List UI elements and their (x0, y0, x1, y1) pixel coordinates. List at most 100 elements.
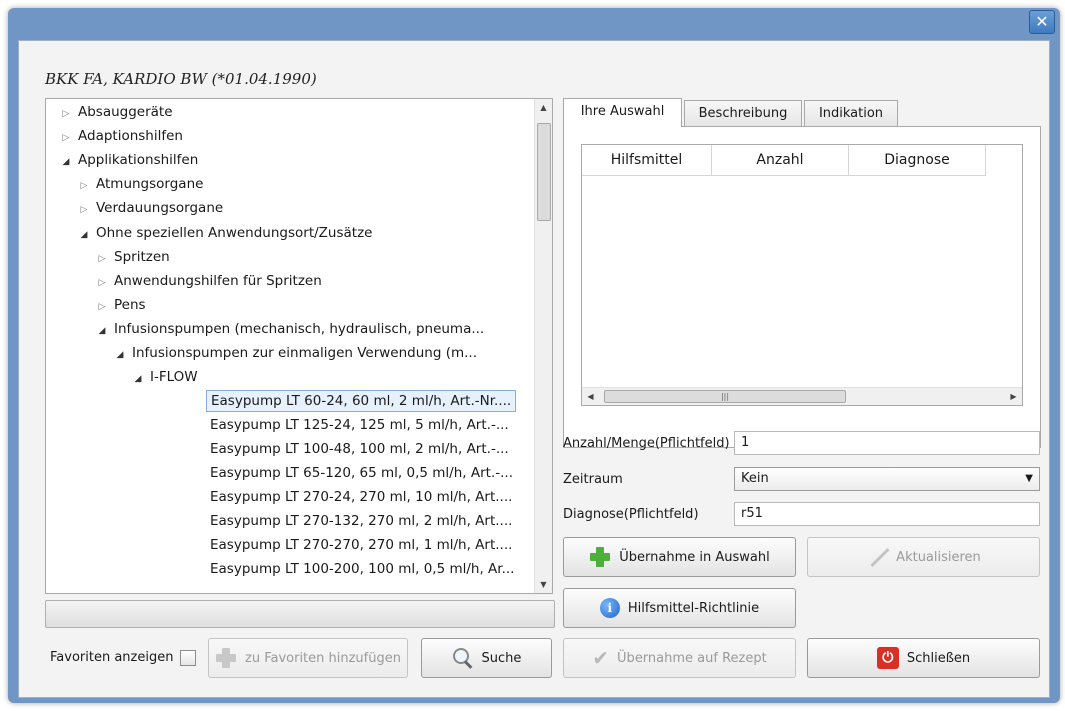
scroll-down-icon[interactable]: ▼ (535, 576, 552, 593)
collapse-arrow-icon[interactable]: ◢ (58, 151, 74, 173)
info-icon: i (599, 598, 620, 618)
expand-arrow-icon[interactable]: ▷ (94, 248, 110, 270)
plus-icon (589, 546, 611, 568)
tree-item-label: Verdauungsorgane (96, 200, 224, 216)
tree-leaf-item[interactable]: Easypump LT 100-200, 100 ml, 0,5 ml/h, A… (206, 558, 518, 580)
tree-item-label: Easypump LT 100-200, 100 ml, 0,5 ml/h, A… (210, 561, 515, 577)
take-over-prescription-button[interactable]: ✔ Übernahme auf Rezept (563, 638, 796, 678)
period-label: Zeitraum (563, 472, 623, 487)
tree-item-label: Easypump LT 125-24, 125 ml, 5 ml/h, Art.… (210, 417, 509, 433)
scroll-left-icon[interactable]: ◀ (582, 388, 599, 405)
tree-item-label: Easypump LT 60-24, 60 ml, 2 ml/h, Art.-N… (211, 393, 512, 409)
tree-node[interactable]: ◢ Applikationshilfen (58, 149, 199, 173)
tree-leaf-item[interactable]: Easypump LT 270-270, 270 ml, 1 ml/h, Art… (206, 534, 516, 556)
pencil-icon (866, 546, 888, 568)
tree-item-label: Adaptionshilfen (78, 128, 183, 144)
search-label: Suche (481, 650, 522, 666)
tree-scrollbar[interactable]: ▲ ▼ (534, 99, 552, 593)
hscroll-thumb[interactable]: ||| (604, 390, 846, 403)
expand-arrow-icon[interactable]: ▷ (94, 272, 110, 294)
tree-item-label: Easypump LT 270-24, 270 ml, 10 ml/h, Art… (210, 489, 513, 505)
tab-indikation[interactable]: Indikation (804, 100, 898, 126)
tree-item-label: Infusionspumpen (mechanisch, hydraulisch… (114, 321, 485, 337)
tree-item-label: Pens (114, 297, 146, 313)
tree-item-label: Easypump LT 270-132, 270 ml, 2 ml/h, Art… (210, 513, 513, 529)
add-favorites-button[interactable]: zu Favoriten hinzufügen (208, 638, 408, 678)
diagnosis-label: Diagnose(Pflichtfeld) (563, 507, 699, 522)
scroll-thumb[interactable] (537, 123, 551, 221)
close-icon[interactable]: ✕ (1029, 10, 1055, 34)
tab-label: Beschreibung (698, 106, 788, 121)
tab-beschreibung[interactable]: Beschreibung (684, 100, 802, 126)
tree-node[interactable]: ▷ Adaptionshilfen (58, 125, 183, 147)
tree-node[interactable]: ◢ I-FLOW (130, 366, 198, 388)
collapse-arrow-icon[interactable]: ◢ (130, 368, 146, 390)
tree-item-label: I-FLOW (150, 369, 198, 385)
tree-node[interactable]: ▷ Absauggeräte (58, 101, 173, 123)
tree-leaf-item[interactable]: Easypump LT 125-24, 125 ml, 5 ml/h, Art.… (206, 414, 513, 436)
tree-node[interactable]: ▷ Spritzen (94, 246, 170, 268)
tree-item-label: Absauggeräte (78, 104, 173, 120)
collapse-arrow-icon[interactable]: ◢ (76, 224, 92, 246)
expand-arrow-icon[interactable]: ▷ (58, 127, 74, 149)
quantity-field[interactable]: 1 (734, 431, 1040, 455)
column-header[interactable]: Diagnose (849, 145, 986, 175)
tree-leaf-item[interactable]: Easypump LT 100-48, 100 ml, 2 ml/h, Art.… (206, 438, 513, 460)
tree-node[interactable]: ◢ Infusionspumpen (mechanisch, hydraulisc… (94, 318, 485, 342)
expand-arrow-icon[interactable]: ▷ (94, 296, 110, 318)
update-button[interactable]: Aktualisieren (807, 537, 1040, 577)
guideline-label: Hilfsmittel-Richtlinie (627, 600, 760, 616)
collapse-arrow-icon[interactable]: ◢ (94, 320, 110, 342)
tree-item-label: Ohne speziellen Anwendungsort/Zusätze (96, 225, 373, 241)
tree-node[interactable]: ◢ Infusionspumpen zur einmaligen Verwendu… (112, 342, 477, 364)
favorites-checkbox[interactable] (180, 650, 196, 666)
period-value: Kein (741, 471, 769, 486)
tree-leaf-item[interactable]: Easypump LT 60-24, 60 ml, 2 ml/h, Art.-N… (206, 390, 517, 412)
collapse-arrow-icon[interactable]: ◢ (112, 344, 128, 366)
tree-node[interactable]: ▷ Anwendungshilfen für Spritzen (94, 270, 322, 292)
period-select[interactable]: Kein ▼ (734, 467, 1040, 491)
table-hscrollbar[interactable]: ◀ ||| ▶ (582, 387, 1022, 405)
quantity-label: Anzahl/Menge(Pflichtfeld) (563, 436, 730, 451)
favorites-label: Favoriten anzeigen (50, 650, 174, 665)
tab-label: Indikation (818, 106, 884, 121)
tree-item-label: Easypump LT 270-270, 270 ml, 1 ml/h, Art… (210, 537, 513, 553)
expand-arrow-icon[interactable]: ▷ (76, 199, 92, 221)
scroll-right-icon[interactable]: ▶ (1005, 388, 1022, 405)
power-icon: ⏻ (876, 647, 899, 669)
tree-leaf-item[interactable]: Easypump LT 65-120, 65 ml, 0,5 ml/h, Art… (206, 462, 517, 484)
chevron-down-icon: ▼ (1025, 473, 1033, 484)
column-header[interactable]: Anzahl (712, 145, 849, 175)
tree-node[interactable]: ▷ Atmungsorgane (76, 173, 204, 197)
checkmark-icon: ✔ (592, 646, 610, 670)
plus-icon (215, 647, 237, 669)
tree-item-label: Applikationshilfen (78, 152, 199, 168)
tree-node[interactable]: ▷ Pens (94, 294, 146, 316)
tree-item-label: Easypump LT 100-48, 100 ml, 2 ml/h, Art.… (210, 441, 509, 457)
tree-node[interactable]: ◢ Ohne speziellen Anwendungsort/Zusätze (76, 222, 373, 246)
tree-item-label: Spritzen (114, 249, 170, 265)
expand-arrow-icon[interactable]: ▷ (76, 175, 92, 197)
search-button[interactable]: Suche (421, 638, 552, 678)
tree-item-label: Easypump LT 65-120, 65 ml, 0,5 ml/h, Art… (210, 465, 513, 481)
expand-arrow-icon[interactable]: ▷ (58, 103, 74, 125)
tree-item-label: Atmungsorgane (96, 176, 204, 192)
tab-ihre-auswahl[interactable]: Ihre Auswahl (563, 98, 682, 127)
scroll-up-icon[interactable]: ▲ (535, 99, 552, 116)
guideline-button[interactable]: i Hilfsmittel-Richtlinie (563, 588, 796, 628)
close-label: Schließen (906, 650, 971, 666)
table-header: Hilfsmittel Anzahl Diagnose (582, 145, 986, 176)
close-button[interactable]: ⏻ Schließen (807, 638, 1040, 678)
product-tree[interactable]: ▷ Absauggeräte ▷ Adaptionshilfen ◢ Applikatio… (45, 98, 553, 594)
take-over-button[interactable]: Übernahme in Auswahl (563, 537, 796, 577)
selection-table[interactable]: Hilfsmittel Anzahl Diagnose ◀ ||| ▶ (581, 144, 1023, 406)
tree-node[interactable]: ▷ Verdauungsorgane (76, 197, 224, 221)
diagnosis-field[interactable]: r51 (734, 502, 1040, 526)
update-label: Aktualisieren (896, 549, 981, 565)
tree-leaf-item[interactable]: Easypump LT 270-24, 270 ml, 10 ml/h, Art… (206, 486, 516, 508)
add-favorites-label: zu Favoriten hinzufügen (245, 650, 401, 666)
column-header[interactable]: Hilfsmittel (582, 145, 712, 175)
patient-header: BKK FA, KARDIO BW (*01.04.1990) (45, 70, 317, 88)
tree-leaf-item[interactable]: Easypump LT 270-132, 270 ml, 2 ml/h, Art… (206, 510, 516, 532)
progress-bar (45, 600, 555, 628)
